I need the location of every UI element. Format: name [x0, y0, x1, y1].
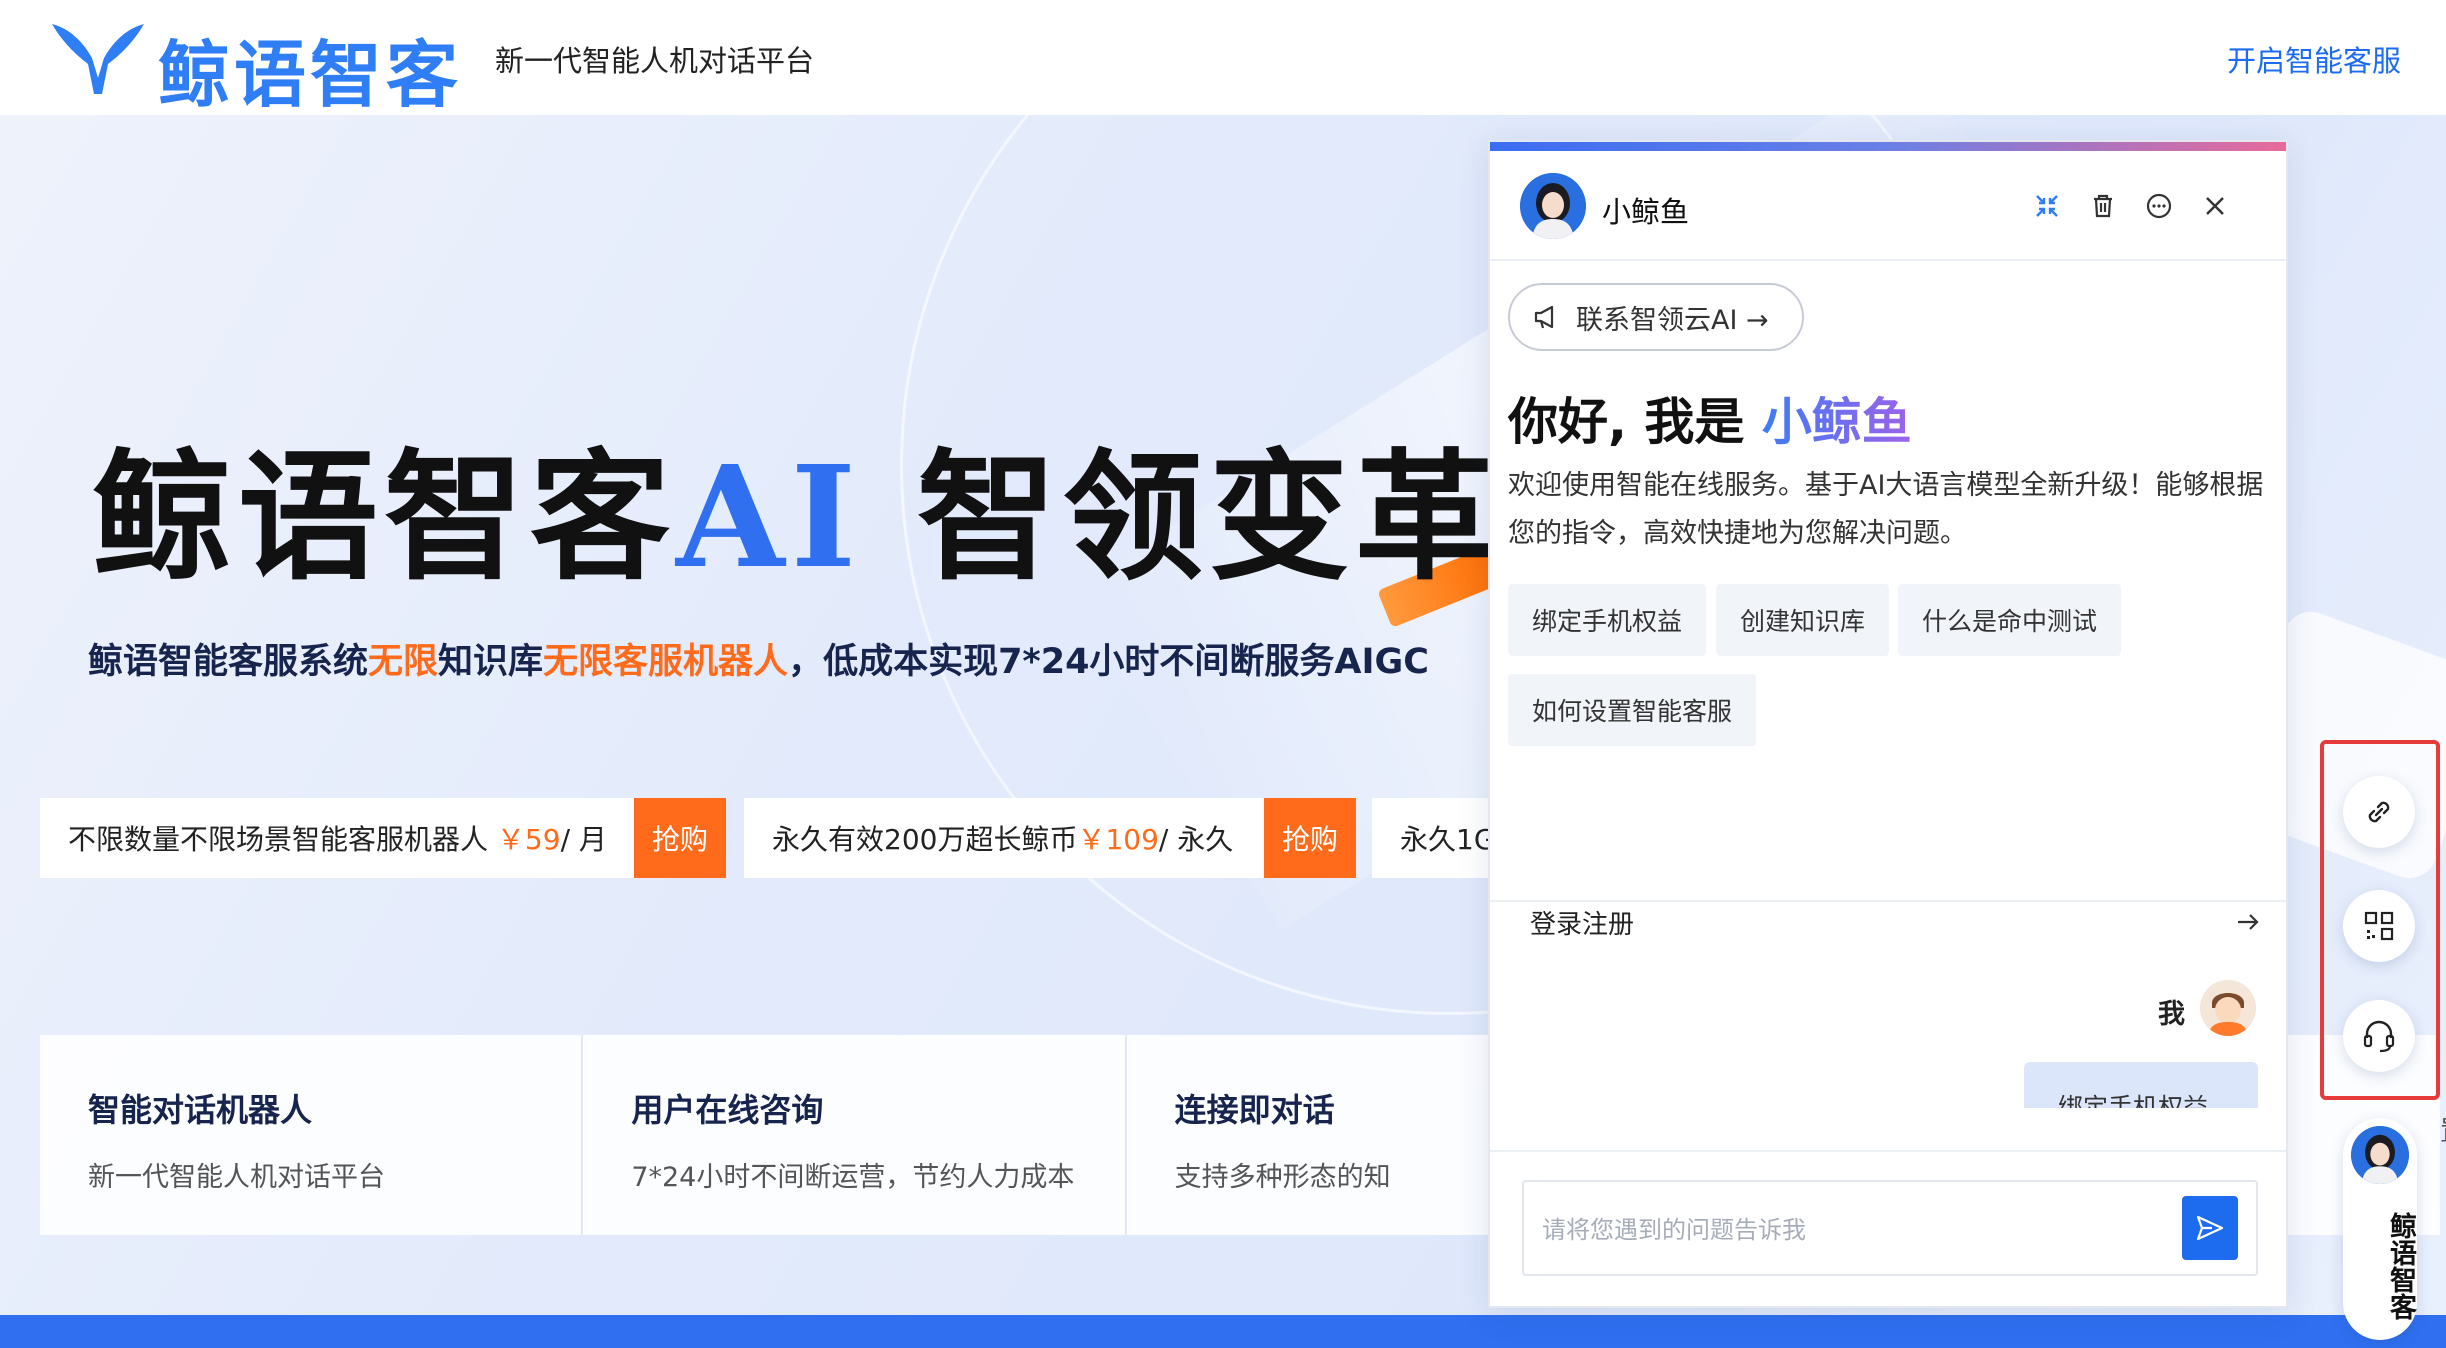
megaphone-icon [1534, 305, 1554, 329]
hero-title: 鲸语智客AI 智领变革 [92, 405, 1501, 607]
promo-card: 永久有效200万超长鲸币￥109/ 永久 抢购 [744, 798, 1356, 878]
send-button[interactable] [2182, 1196, 2238, 1260]
bot-avatar-icon [2351, 1126, 2409, 1184]
qrcode-icon[interactable] [2343, 890, 2415, 962]
promo-unit: / 永久 [1158, 823, 1234, 856]
feature-title: 智能对话机器人 [88, 1091, 313, 1129]
promo-desc: 永久有效200万超长鲸币 [772, 823, 1078, 856]
whale-tail-logo-icon [52, 24, 144, 94]
promo-desc: 永久1G [1400, 823, 1496, 856]
login-register-row[interactable]: 登录注册 [1508, 894, 2270, 950]
greeting-title: 你好, 我是 小鲸鱼 [1508, 382, 1912, 454]
feature-desc: 新一代智能人机对话平台 [88, 1162, 385, 1193]
top-nav: 鲸语智客 新一代智能人机对话平台 开启智能客服 [0, 0, 2446, 117]
subtitle-highlight: 无限客服机器人 [543, 642, 789, 682]
close-icon[interactable] [2198, 189, 2232, 223]
subtitle-highlight: 无限 [368, 642, 439, 682]
greeting-prefix: 你好, 我是 [1508, 393, 1762, 451]
promo-price: ￥109 [1077, 823, 1159, 856]
trash-icon[interactable] [2086, 189, 2120, 223]
chat-panel: 小鲸鱼 联系智领云AI → 你好, 我是 小鲸鱼 欢迎使用智能在线服务。基于AI… [1488, 140, 2288, 1308]
bot-avatar [1520, 173, 1586, 239]
bot-avatar-icon [1520, 173, 1586, 239]
user-avatar [2200, 980, 2256, 1036]
link-icon[interactable] [2343, 776, 2415, 848]
feature-desc: 7*24小时不间断运营，节约人力成本 [631, 1162, 1075, 1193]
contact-ai-button[interactable]: 联系智领云AI → [1508, 283, 1804, 351]
chat-input-box [1522, 1180, 2258, 1276]
side-brand-label: 鲸语智客 [2385, 1212, 2416, 1320]
hero-title-tail: 智领变革 [862, 436, 1501, 600]
contact-ai-label: 联系智领云AI → [1576, 304, 1769, 336]
send-icon [2196, 1215, 2224, 1241]
subtitle-part: 知识库 [438, 642, 544, 682]
headset-icon[interactable] [2343, 1000, 2415, 1072]
arrow-right-icon [2238, 914, 2259, 930]
suggestion-chip[interactable]: 如何设置智能客服 [1508, 674, 1757, 746]
suggestion-chip[interactable]: 绑定手机权益 [1508, 584, 1707, 656]
brand-slogan: 新一代智能人机对话平台 [495, 44, 815, 78]
compress-icon[interactable] [2030, 189, 2064, 223]
welcome-message: 欢迎使用智能在线服务。基于AI大语言模型全新升级！能够根据您的指令，高效快捷地为… [1508, 470, 2264, 549]
side-brand-button[interactable]: 鲸语智客 [2343, 1118, 2417, 1340]
open-service-link[interactable]: 开启智能客服 [2227, 38, 2401, 80]
feature-card: 用户在线咨询 7*24小时不间断运营，节约人力成本 [583, 1035, 1127, 1235]
promo-price: ￥59 [496, 823, 561, 856]
chat-header: 小鲸鱼 [1490, 151, 2286, 261]
chat-gradient-bar [1490, 142, 2286, 151]
hero-subtitle: 鲸语智能客服系统无限知识库无限客服机器人，低成本实现7*24小时不间断服务AIG… [88, 633, 1429, 684]
hero-title-main: 鲸语智客 [92, 436, 677, 600]
feature-card: 智能对话机器人 新一代智能人机对话平台 [40, 1035, 584, 1235]
subtitle-part: 鲸语智能客服系统 [88, 642, 369, 682]
user-avatar-icon [2200, 980, 2256, 1036]
promo-desc: 不限数量不限场景智能客服机器人 [68, 823, 489, 856]
chat-divider [1490, 900, 2286, 902]
greeting-bot-name: 小鲸鱼 [1761, 393, 1912, 451]
promo-card: 不限数量不限场景智能客服机器人 ￥59/ 月 抢购 [40, 798, 726, 878]
subtitle-part: ，低成本实现7*24小时不间断服务AIGC [788, 642, 1429, 682]
suggestion-chip[interactable]: 什么是命中测试 [1898, 584, 2122, 656]
promo-text: 永久有效200万超长鲸币￥109/ 永久 [744, 818, 1233, 858]
promo-unit: / 月 [560, 823, 607, 856]
login-register-label: 登录注册 [1530, 909, 1635, 940]
feature-title: 用户在线咨询 [631, 1091, 824, 1129]
bottom-band [0, 1315, 2446, 1348]
side-brand-avatar [2351, 1126, 2409, 1184]
buy-button[interactable]: 抢购 [1264, 798, 1356, 878]
chat-bubble-icon[interactable] [2142, 189, 2176, 223]
user-label: 我 [2158, 999, 2185, 1030]
suggestion-chip[interactable]: 创建知识库 [1716, 584, 1890, 656]
input-divider [1490, 1150, 2286, 1152]
bot-name: 小鲸鱼 [1602, 195, 1690, 229]
user-message-bubble: 绑定手机权益 [2024, 1062, 2258, 1108]
chat-input[interactable] [1542, 1210, 2142, 1250]
promo-text: 不限数量不限场景智能客服机器人 ￥59/ 月 [40, 818, 607, 858]
brand-name[interactable]: 鲸语智客 [158, 16, 462, 121]
hero-title-ai: AI [676, 436, 863, 600]
buy-button[interactable]: 抢购 [634, 798, 726, 878]
